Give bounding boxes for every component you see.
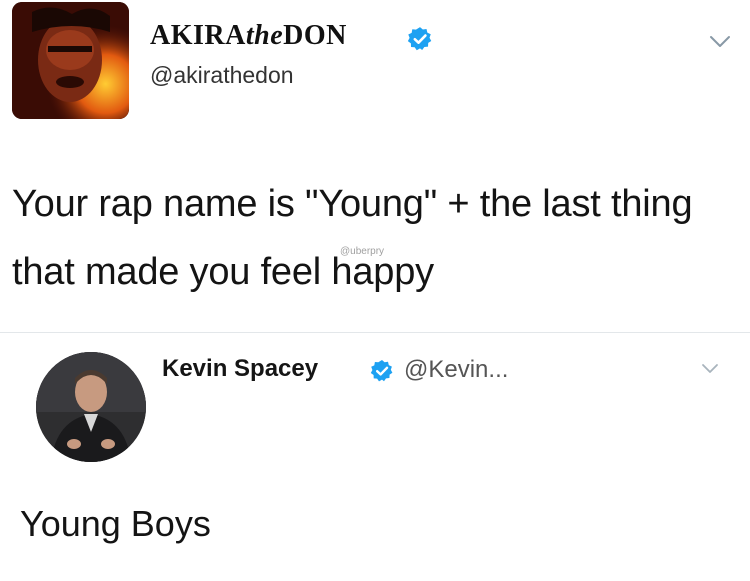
kevin-display-name[interactable]: Kevin Spacey [162,355,318,383]
divider [0,332,750,333]
akira-display-name[interactable]: AKIRAtheDON [150,20,347,52]
main-tweet: AKIRAtheDON @akirathedon Your rap name i… [0,0,750,330]
verified-badge-icon [370,360,393,382]
chevron-down-icon[interactable] [700,362,720,376]
watermark: @uberpry [340,246,385,257]
akira-handle[interactable]: @akirathedon [150,62,294,89]
akira-avatar[interactable] [12,2,129,119]
name-suffix: DON [283,20,347,51]
kevin-avatar[interactable] [36,352,146,462]
verified-badge-icon [407,27,432,51]
reply-text: Young Boys [20,503,211,544]
name-prefix: AKIRA [150,20,246,51]
tweet-text: Your rap name is "Young" + the last thin… [12,183,693,293]
name-the: the [245,20,284,51]
chevron-down-icon[interactable] [708,34,732,50]
kevin-handle[interactable]: @Kevin... [404,356,508,384]
